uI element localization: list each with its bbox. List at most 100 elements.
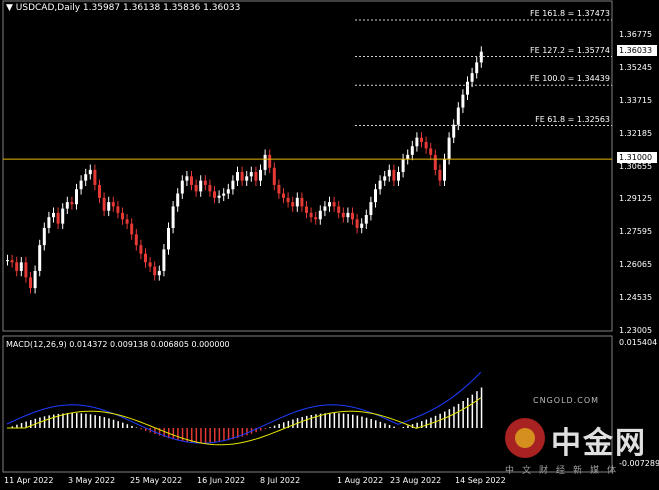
candle <box>245 170 249 187</box>
macd-histogram-bar <box>444 411 446 428</box>
last-price-badge: 1.36033 <box>617 45 657 56</box>
watermark-brand: 中金网 <box>551 426 647 461</box>
macd-histogram-bar <box>154 428 156 435</box>
macd-histogram-bar <box>112 419 115 428</box>
candle <box>222 188 226 202</box>
macd-histogram-bar <box>122 422 124 428</box>
candle <box>102 192 106 217</box>
candle <box>429 143 433 161</box>
macd-histogram-bar <box>329 413 331 428</box>
candle <box>254 166 258 187</box>
candle <box>272 162 276 191</box>
macd-histogram-bar <box>20 423 23 428</box>
macd-histogram-bar <box>48 415 50 428</box>
macd-histogram-bar <box>66 413 69 428</box>
candle <box>392 164 396 187</box>
candle <box>70 196 74 210</box>
macd-histogram-bar <box>306 415 308 428</box>
candle <box>171 201 175 234</box>
candle <box>415 132 419 152</box>
macd-histogram-bar <box>62 413 64 428</box>
date-tick: 8 Jul 2022 <box>260 476 301 485</box>
candle <box>309 207 313 223</box>
macd-histogram-bar <box>384 423 386 428</box>
candle <box>107 196 111 217</box>
candle <box>176 188 180 212</box>
candle <box>323 201 327 217</box>
date-tick: 23 Aug 2022 <box>390 476 442 485</box>
candle <box>420 132 423 148</box>
macd-histogram-bar <box>365 417 368 428</box>
candle <box>33 265 37 294</box>
candle <box>134 229 138 251</box>
date-tick: 11 Apr 2022 <box>4 476 54 485</box>
macd-histogram-bar <box>480 387 483 428</box>
date-tick: 16 Jun 2022 <box>197 476 246 485</box>
macd-histogram-bar <box>227 428 230 441</box>
candle <box>277 179 281 199</box>
candle <box>268 149 272 174</box>
candle <box>291 196 295 212</box>
candle <box>374 183 377 208</box>
macd-histogram-bar <box>370 418 372 428</box>
price-tick: 1.33715 <box>619 95 653 105</box>
candle <box>217 190 221 204</box>
macd-histogram-bar <box>76 413 78 428</box>
collapse-triangle-icon[interactable]: ▼ <box>6 3 13 13</box>
macd-histogram-bar <box>264 428 267 429</box>
macd-histogram-bar <box>103 417 106 428</box>
price-panel-border <box>2 0 613 332</box>
macd-histogram-bar <box>407 425 409 428</box>
macd-histogram-bar <box>30 420 32 428</box>
price-tick: 1.36775 <box>619 30 653 39</box>
candle <box>443 153 446 187</box>
candle <box>19 256 23 277</box>
macd-histogram-bar <box>324 413 326 428</box>
candle <box>351 207 354 225</box>
macd-histogram-bar <box>462 400 464 428</box>
macd-histogram-bar <box>467 397 469 428</box>
macd-histogram-bar <box>204 428 207 443</box>
macd-histogram-bar <box>273 425 276 428</box>
candle <box>397 166 400 187</box>
candle <box>185 170 189 187</box>
watermark-url: CNGOLD.COM <box>533 396 600 405</box>
macd-histogram-bar <box>214 428 216 443</box>
candle <box>424 136 428 154</box>
candle <box>479 46 483 68</box>
macd-histogram-bar <box>172 428 175 440</box>
candle <box>410 140 414 161</box>
macd-histogram-bar <box>356 415 359 428</box>
macd-histogram-bar <box>177 428 179 441</box>
candle <box>6 254 9 266</box>
macd-histogram-bar <box>393 426 395 428</box>
candle <box>314 211 318 225</box>
candle <box>282 188 285 204</box>
candle <box>56 207 60 230</box>
candle <box>116 201 120 219</box>
candle <box>318 205 322 225</box>
candle <box>452 119 456 144</box>
candle <box>157 265 161 281</box>
candle <box>29 271 32 294</box>
candle <box>433 149 437 176</box>
candle <box>438 164 442 187</box>
price-tick: 1.26065 <box>619 260 653 270</box>
candle <box>84 168 88 187</box>
date-tick: 1 Aug 2022 <box>337 476 384 485</box>
candle <box>79 175 83 195</box>
candle <box>360 218 364 234</box>
fib-level-label: FE 100.0 = 1.34439 <box>530 74 610 84</box>
macd-histogram-bar <box>347 414 349 428</box>
candle <box>148 256 152 272</box>
candle <box>125 213 129 230</box>
candle <box>466 76 469 101</box>
macd-histogram-bar <box>71 413 73 428</box>
candle <box>387 164 391 182</box>
candle <box>226 183 230 199</box>
candle <box>355 213 359 234</box>
macd-histogram-bar <box>476 391 478 428</box>
candle <box>47 211 51 234</box>
candle <box>162 244 166 277</box>
macd-histogram-bar <box>80 413 83 428</box>
